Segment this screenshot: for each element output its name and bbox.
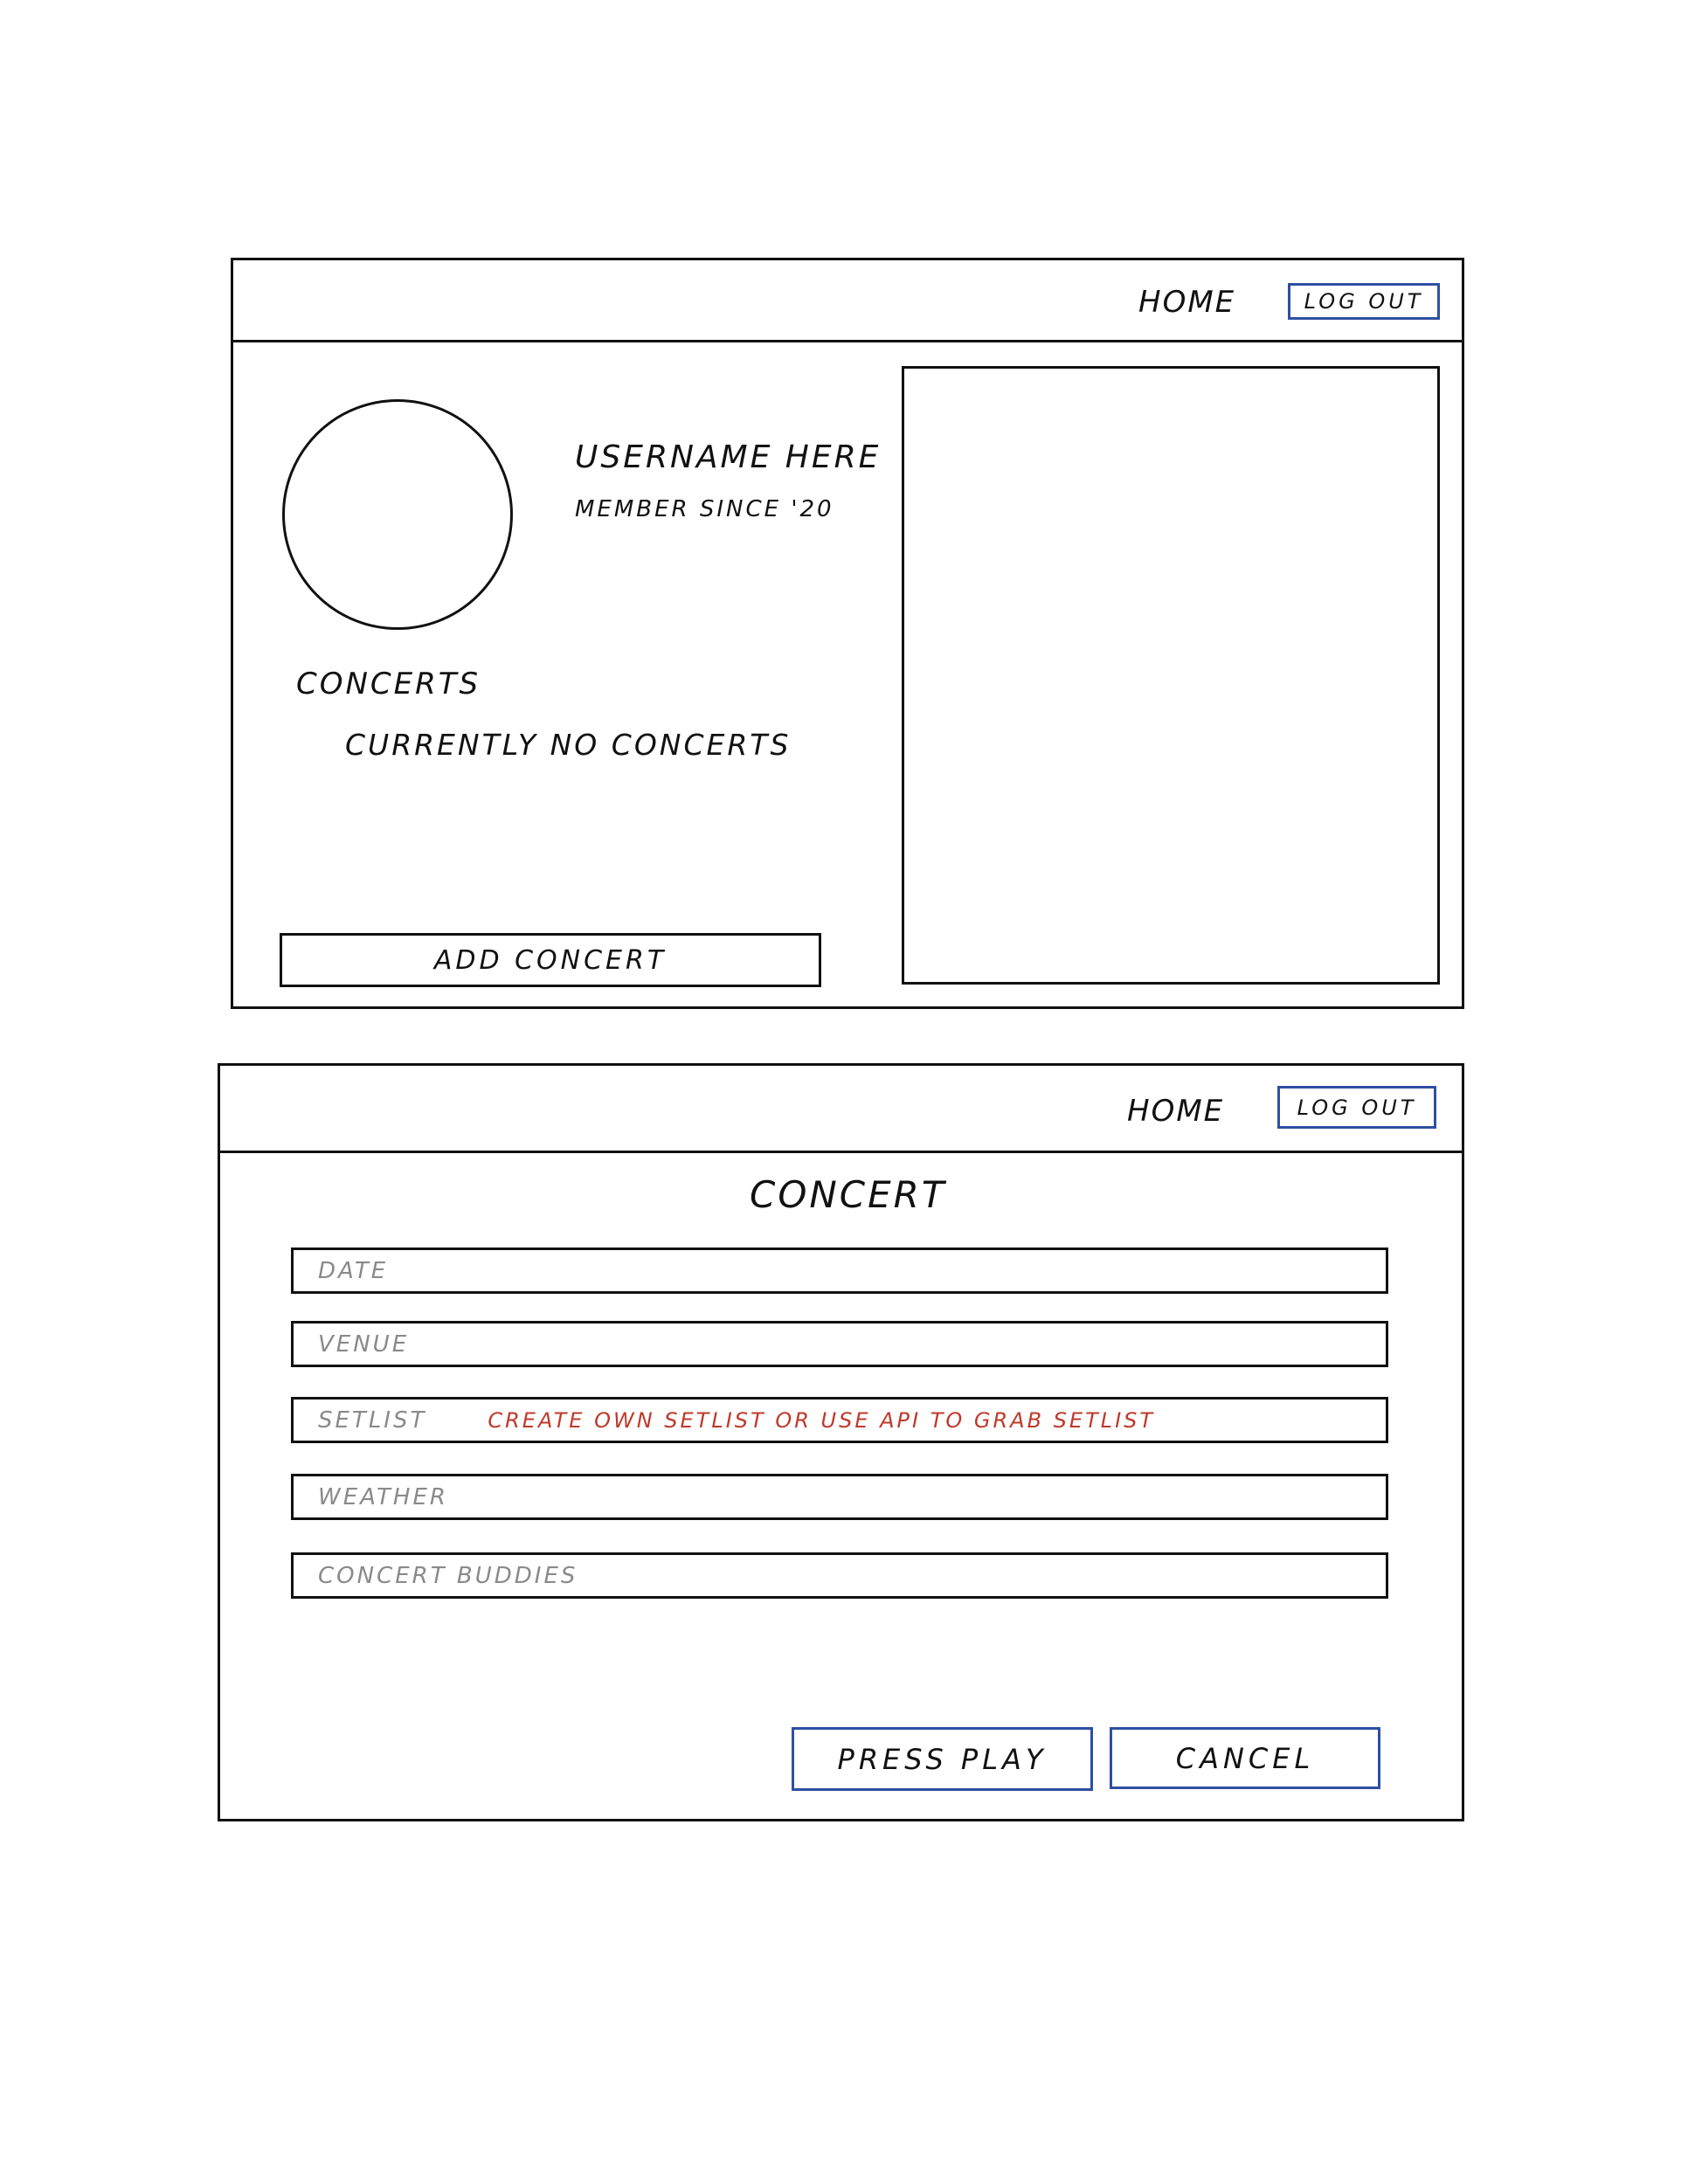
nav-home-link[interactable]: HOME [1127, 1094, 1224, 1129]
venue-field[interactable]: VENUE [291, 1321, 1388, 1367]
venue-placeholder: VENUE [318, 1330, 410, 1358]
setlist-placeholder: SETLIST [318, 1406, 427, 1434]
concerts-heading: CONCERTS [296, 667, 481, 702]
concert-title: CONCERT [750, 1173, 947, 1216]
avatar [282, 399, 513, 630]
setlist-annotation: CREATE OWN SETLIST OR USE API TO GRAB SE… [488, 1407, 1156, 1433]
content-panel [902, 366, 1440, 985]
member-since-label: MEMBER SINCE '20 [575, 496, 834, 522]
date-placeholder: DATE [318, 1257, 389, 1284]
nav-home-link[interactable]: HOME [1138, 285, 1235, 320]
concert-screen-frame: HOME LOG OUT CONCERT DATE VENUE SETLIST … [218, 1063, 1464, 1821]
setlist-field[interactable]: SETLIST CREATE OWN SETLIST OR USE API TO… [291, 1397, 1388, 1443]
username-label: USERNAME HERE [575, 439, 882, 475]
logout-button[interactable]: LOG OUT [1288, 283, 1440, 320]
weather-placeholder: WEATHER [318, 1483, 448, 1510]
concert-buddies-placeholder: CONCERT BUDDIES [318, 1562, 578, 1589]
profile-screen-frame: HOME LOG OUT USERNAME HERE MEMBER SINCE … [231, 258, 1464, 1009]
press-play-button[interactable]: PRESS PLAY [792, 1727, 1093, 1791]
concert-buddies-field[interactable]: CONCERT BUDDIES [291, 1552, 1388, 1599]
profile-header: HOME LOG OUT [233, 260, 1462, 342]
concerts-empty-message: CURRENTLY NO CONCERTS [345, 728, 792, 762]
cancel-button[interactable]: CANCEL [1110, 1727, 1380, 1789]
date-field[interactable]: DATE [291, 1248, 1388, 1294]
add-concert-button[interactable]: ADD CONCERT [280, 933, 821, 987]
logout-button[interactable]: LOG OUT [1277, 1086, 1436, 1129]
weather-field[interactable]: WEATHER [291, 1474, 1388, 1520]
concert-header: HOME LOG OUT [220, 1066, 1462, 1153]
